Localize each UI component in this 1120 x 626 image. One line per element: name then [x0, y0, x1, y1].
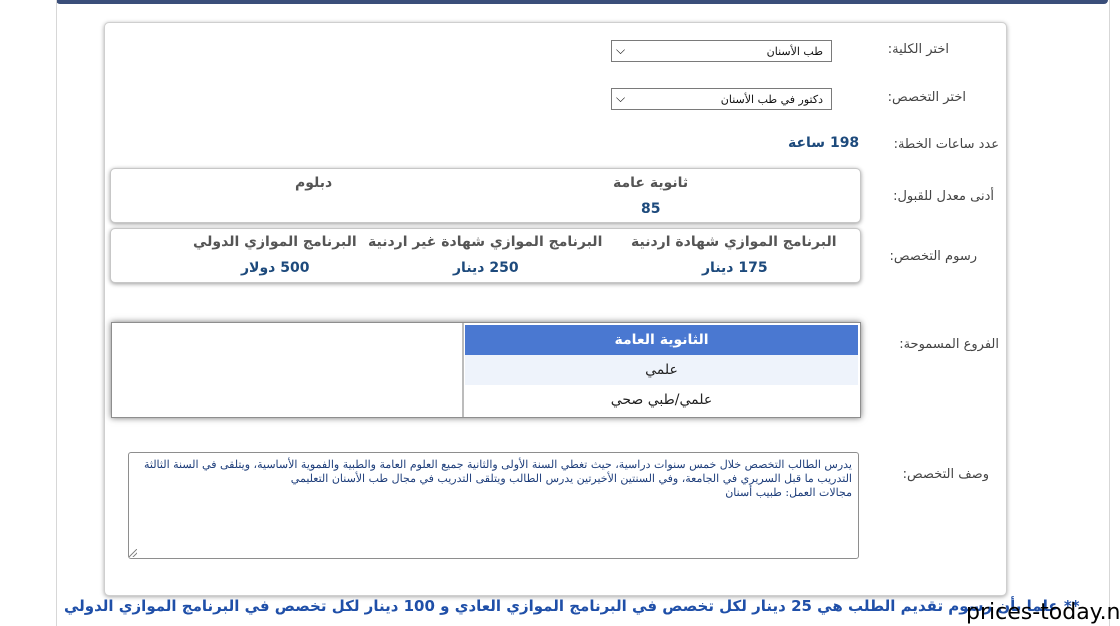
branches-list: الثانوية العامة علمي علمي/طبي صحي: [465, 325, 858, 415]
description-field: مجالات العمل: طبيب أسنان: [725, 486, 852, 499]
college-select[interactable]: طب الأسنان ⌵: [611, 40, 832, 62]
chevron-down-icon: ⌵: [616, 91, 626, 105]
college-label: اختر الكلية:: [887, 42, 949, 57]
fee-jordanian-value: 175 دينار: [702, 260, 768, 276]
hours-value: 198 ساعة: [788, 135, 860, 151]
college-select-value: طب الأسنان: [766, 45, 823, 58]
fees-label: رسوم التخصص:: [889, 249, 977, 264]
branches-header: الثانوية العامة: [465, 325, 858, 355]
fee-international-head: البرنامج الموازي الدولي: [193, 234, 357, 250]
desc-label: وصف التخصص:: [902, 467, 989, 482]
major-select[interactable]: دكتور في طب الأسنان ⌵: [611, 88, 832, 110]
branches-empty-pane: [112, 323, 464, 417]
tawjihi-value: 85: [641, 201, 661, 217]
list-item[interactable]: علمي/طبي صحي: [465, 385, 858, 415]
branches-label: الفروع المسموحة:: [899, 337, 999, 352]
fees-box: البرنامج الموازي شهادة اردنية 175 دينار …: [110, 228, 861, 283]
fees-note: ** علما بأن رسوم تقديم الطلب هي 25 دينار…: [64, 597, 1080, 615]
description-text: يدرس الطالب التخصص خلال خمس سنوات دراسية…: [143, 458, 852, 485]
major-select-value: دكتور في طب الأسنان: [720, 93, 823, 106]
min-avg-label: أدنى معدل للقبول:: [893, 189, 994, 204]
chevron-down-icon: ⌵: [616, 43, 626, 57]
list-item[interactable]: علمي: [465, 355, 858, 385]
description-textarea[interactable]: يدرس الطالب التخصص خلال خمس سنوات دراسية…: [128, 452, 859, 559]
hours-label: عدد ساعات الخطة:: [893, 137, 999, 152]
tawjihi-head: ثانوية عامة: [613, 175, 689, 191]
fee-foreign-head: البرنامج الموازي شهادة غير اردنية: [368, 234, 603, 250]
fee-jordanian-head: البرنامج الموازي شهادة اردنية: [631, 234, 837, 250]
branches-listbox[interactable]: الثانوية العامة علمي علمي/طبي صحي: [111, 322, 861, 418]
watermark: prices-today.net: [966, 600, 1120, 625]
fee-foreign-value: 250 دينار: [453, 260, 519, 276]
min-avg-box: ثانوية عامة 85 دبلوم: [110, 168, 861, 223]
fee-international-value: 500 دولار: [241, 260, 310, 276]
resize-handle-icon[interactable]: [129, 549, 137, 557]
major-label: اختر التخصص:: [887, 90, 966, 105]
diploma-head: دبلوم: [295, 175, 333, 191]
